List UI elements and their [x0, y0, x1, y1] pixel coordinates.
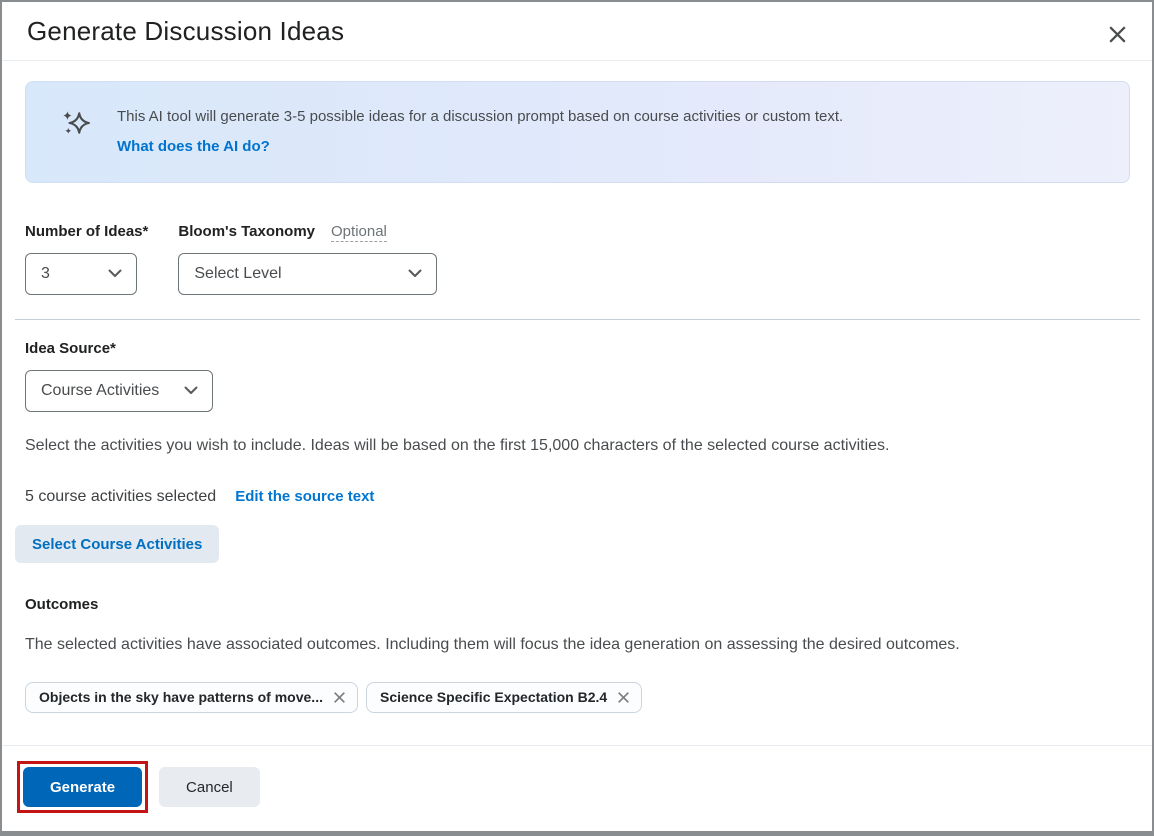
annotation-highlight: Generate	[17, 761, 148, 813]
chevron-down-icon	[184, 386, 198, 395]
blooms-level-value: Select Level	[194, 265, 281, 283]
close-button[interactable]	[1098, 15, 1136, 53]
activities-selected-count: 5 course activities selected	[25, 488, 216, 506]
select-course-activities-button[interactable]: Select Course Activities	[15, 525, 219, 563]
dialog-footer: Generate Cancel	[2, 745, 1152, 831]
ideas-settings-row: Number of Ideas* 3 Bloom's Taxonomy Optio…	[25, 223, 1130, 295]
outcomes-description: The selected activities have associated …	[25, 634, 1130, 656]
outcomes-section: Outcomes The selected activities have as…	[25, 563, 1130, 712]
cancel-button[interactable]: Cancel	[159, 767, 260, 807]
optional-badge: Optional	[331, 223, 387, 242]
number-of-ideas-value: 3	[41, 265, 50, 283]
generate-discussion-ideas-dialog: Generate Discussion Ideas This AI tool w…	[0, 0, 1154, 836]
selection-summary-row: 5 course activities selected Edit the so…	[25, 488, 1130, 506]
blooms-taxonomy-field: Bloom's Taxonomy Optional Select Level	[178, 223, 437, 295]
generate-button[interactable]: Generate	[23, 767, 142, 807]
idea-source-select[interactable]: Course Activities	[25, 370, 213, 412]
ai-info-banner: This AI tool will generate 3-5 possible …	[25, 81, 1130, 183]
activities-instructions: Select the activities you wish to includ…	[25, 435, 1130, 457]
idea-source-value: Course Activities	[41, 382, 159, 400]
number-of-ideas-label: Number of Ideas*	[25, 223, 148, 240]
idea-source-section: Idea Source* Course Activities Select th…	[25, 320, 1130, 563]
outcome-chips-row: Objects in the sky have patterns of move…	[25, 682, 1130, 713]
number-of-ideas-select[interactable]: 3	[25, 253, 137, 295]
dialog-body: This AI tool will generate 3-5 possible …	[2, 61, 1152, 745]
ai-sparkle-icon	[61, 108, 91, 138]
blooms-level-select[interactable]: Select Level	[178, 253, 437, 295]
chevron-down-icon	[408, 269, 422, 278]
blooms-taxonomy-label: Bloom's Taxonomy	[178, 223, 315, 240]
page-title: Generate Discussion Ideas	[27, 16, 344, 46]
banner-text: This AI tool will generate 3-5 possible …	[117, 106, 843, 156]
banner-description: This AI tool will generate 3-5 possible …	[117, 106, 843, 128]
outcomes-label: Outcomes	[25, 596, 98, 613]
close-x-icon	[332, 690, 347, 705]
outcome-chip: Science Specific Expectation B2.4	[366, 682, 642, 713]
close-icon	[1105, 22, 1130, 47]
ai-help-link[interactable]: What does the AI do?	[117, 138, 270, 155]
number-of-ideas-field: Number of Ideas* 3	[25, 223, 148, 295]
idea-source-label: Idea Source*	[25, 340, 116, 357]
remove-outcome-button[interactable]	[616, 690, 631, 705]
close-x-icon	[616, 690, 631, 705]
chevron-down-icon	[108, 269, 122, 278]
outcome-chip: Objects in the sky have patterns of move…	[25, 682, 358, 713]
outcome-chip-label: Science Specific Expectation B2.4	[380, 689, 607, 705]
dialog-header: Generate Discussion Ideas	[2, 2, 1152, 61]
remove-outcome-button[interactable]	[332, 690, 347, 705]
edit-source-text-link[interactable]: Edit the source text	[235, 488, 374, 505]
outcome-chip-label: Objects in the sky have patterns of move…	[39, 689, 323, 705]
